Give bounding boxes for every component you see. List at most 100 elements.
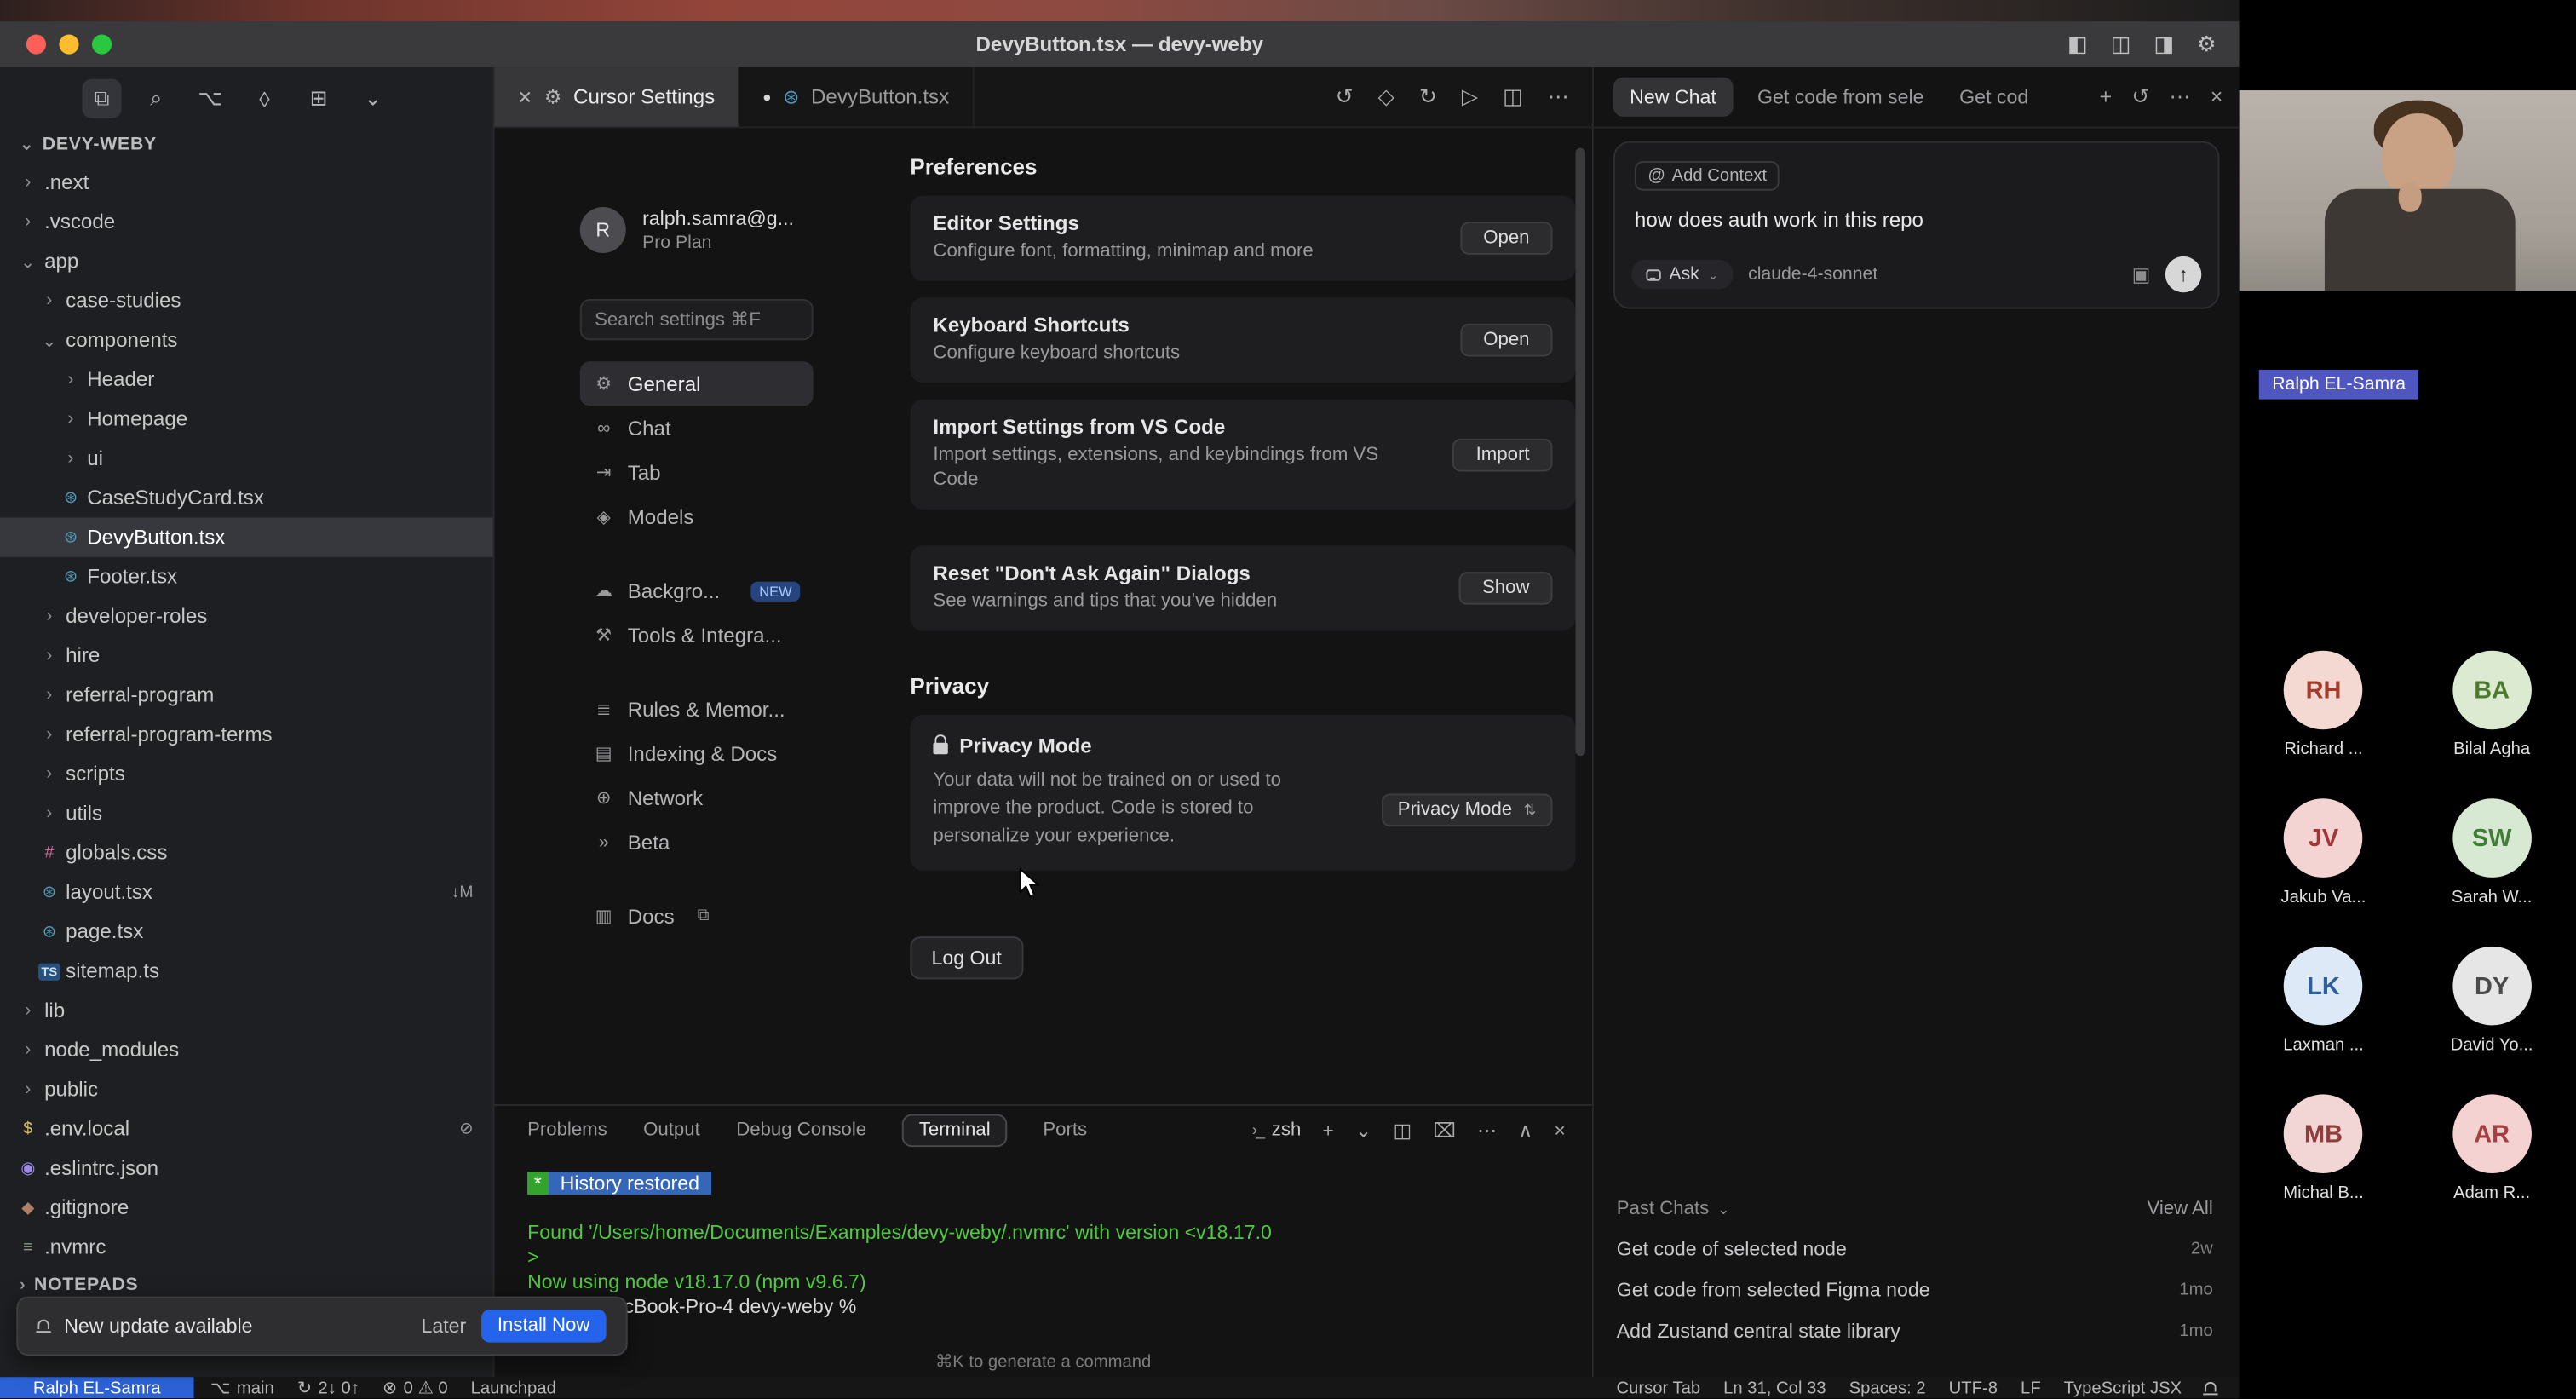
chat-history-icon[interactable]: ↺ xyxy=(2131,83,2149,110)
source-control-icon[interactable]: ⌥ xyxy=(191,79,230,118)
preference-action-button[interactable]: Show xyxy=(1459,572,1553,605)
status-item[interactable]: Cursor Tab xyxy=(1616,1378,1700,1397)
participant-tile[interactable]: SW Sarah W... xyxy=(2418,798,2566,907)
chevron-down-icon[interactable]: ⌄ xyxy=(354,79,393,118)
split-terminal-icon[interactable]: ◫ xyxy=(1393,1119,1412,1142)
chat-input-box[interactable]: @ Add Context how does auth work in this… xyxy=(1613,141,2220,309)
preference-action-button[interactable]: Import xyxy=(1453,438,1553,471)
tab-cursor-settings[interactable]: ✕ ⚙ Cursor Settings xyxy=(494,67,739,126)
tree-item[interactable]: ◆ .gitignore xyxy=(0,1188,493,1227)
ask-mode-dropdown[interactable]: Ask ⌄ xyxy=(1631,260,1734,290)
settings-nav-item[interactable]: ≣ Rules & Memor... xyxy=(580,687,814,731)
shell-chip[interactable]: ›_ zsh xyxy=(1252,1120,1301,1140)
close-chat-icon[interactable]: × xyxy=(2211,83,2223,110)
past-chat-item[interactable]: Add Zustand central state library 1mo xyxy=(1617,1320,2213,1343)
past-chat-item[interactable]: Get code from selected Figma node 1mo xyxy=(1617,1278,2213,1301)
close-window-button[interactable] xyxy=(26,34,46,54)
status-item[interactable]: UTF-8 xyxy=(1949,1378,1998,1397)
chat-tab[interactable]: Get code from sele xyxy=(1741,78,1935,117)
terminal-dropdown-icon[interactable]: ⌄ xyxy=(1355,1119,1371,1142)
participant-tile[interactable]: BA Bilal Agha xyxy=(2418,651,2566,759)
tree-item[interactable]: ⌄ app xyxy=(0,241,493,280)
new-terminal-icon[interactable]: + xyxy=(1322,1119,1334,1142)
panel-tab[interactable]: Problems xyxy=(527,1120,607,1140)
tree-item[interactable]: ⊛ DevyButton.tsx xyxy=(0,517,493,556)
tab-devybutton[interactable]: ● ⊛ DevyButton.tsx xyxy=(739,67,974,126)
preference-action-button[interactable]: Open xyxy=(1460,222,1552,255)
toggle-bottom-panel-icon[interactable]: ◫ xyxy=(2111,32,2131,58)
terminal-output[interactable]: * History restored Found '/Users/home/Do… xyxy=(494,1155,1591,1320)
model-selector[interactable]: claude-4-sonnet xyxy=(1748,264,1877,284)
explorer-root-header[interactable]: ⌄ DEVY-WEBY xyxy=(0,126,493,162)
tree-item[interactable]: › ui xyxy=(0,439,493,478)
toggle-right-panel-icon[interactable]: ◨ xyxy=(2153,32,2174,58)
tree-item[interactable]: ◉ .eslintrc.json xyxy=(0,1149,493,1188)
toggle-left-panel-icon[interactable]: ◧ xyxy=(2067,32,2088,58)
unsaved-dot-icon[interactable]: ● xyxy=(762,89,771,105)
status-item[interactable]: Launchpad xyxy=(471,1378,556,1397)
tree-item[interactable]: ⊛ CaseStudyCard.tsx xyxy=(0,478,493,517)
tree-item[interactable]: # globals.css xyxy=(0,833,493,872)
settings-nav-item[interactable]: ▥ Docs ⧉ xyxy=(580,894,814,938)
settings-nav-item[interactable]: ⊕ Network xyxy=(580,775,814,820)
send-button[interactable]: ↑ xyxy=(2165,256,2201,292)
minimize-window-button[interactable] xyxy=(59,34,78,54)
settings-nav-item[interactable]: ▤ Indexing & Docs xyxy=(580,731,814,775)
notifications-bell-icon[interactable] xyxy=(2205,1381,2217,1391)
panel-tab[interactable]: Debug Console xyxy=(736,1120,866,1140)
status-item[interactable]: LF xyxy=(2021,1378,2041,1397)
participant-tile[interactable]: LK Laxman ... xyxy=(2250,947,2398,1055)
window-settings-icon[interactable]: ⚙ xyxy=(2197,32,2216,58)
panel-tab[interactable]: Output xyxy=(643,1120,700,1140)
status-item[interactable]: TypeScript JSX xyxy=(2064,1378,2182,1397)
past-chats-title[interactable]: Past Chats xyxy=(1617,1200,1709,1219)
attach-image-icon[interactable]: ▣ xyxy=(2132,263,2151,286)
new-chat-icon[interactable]: + xyxy=(2100,83,2113,110)
logout-button[interactable]: Log Out xyxy=(910,936,1022,979)
search-icon[interactable]: ⌕ xyxy=(136,79,175,118)
kill-terminal-icon[interactable]: ⌧ xyxy=(1433,1119,1456,1142)
tree-item[interactable]: ⌄ components xyxy=(0,320,493,360)
tree-item[interactable]: ⊛ layout.tsx ↓M xyxy=(0,872,493,912)
chat-more-icon[interactable]: ⋯ xyxy=(2169,83,2190,110)
panel-tab[interactable]: Terminal xyxy=(903,1114,1007,1148)
panel-tab[interactable]: Ports xyxy=(1043,1120,1087,1140)
install-now-button[interactable]: Install Now xyxy=(481,1310,607,1343)
tree-item[interactable]: TS sitemap.ts xyxy=(0,952,493,991)
webcam-video[interactable] xyxy=(2240,90,2576,291)
participant-tile[interactable]: JV Jakub Va... xyxy=(2250,798,2398,907)
explorer-icon[interactable]: ⧉ xyxy=(82,79,121,118)
nav-forward-icon[interactable]: ↻ xyxy=(1419,83,1437,110)
panel-more-icon[interactable]: ⋯ xyxy=(1477,1119,1497,1142)
settings-nav-item[interactable]: ☁ Backgro... NEW xyxy=(580,568,814,613)
later-button[interactable]: Later xyxy=(421,1315,466,1338)
split-editor-icon[interactable]: ◫ xyxy=(1503,83,1523,110)
tree-item[interactable]: › public xyxy=(0,1069,493,1108)
settings-nav-item[interactable]: ⚙ General xyxy=(580,361,814,406)
tree-item[interactable]: › hire xyxy=(0,636,493,675)
status-item[interactable]: Spaces: 2 xyxy=(1849,1378,1926,1397)
view-all-link[interactable]: View All xyxy=(2148,1200,2213,1219)
settings-scrollbar[interactable] xyxy=(1575,148,1585,757)
settings-nav-item[interactable]: ◈ Models xyxy=(580,494,814,538)
status-item[interactable]: Ln 31, Col 33 xyxy=(1723,1378,1826,1397)
participant-tile[interactable]: MB Michal B... xyxy=(2250,1094,2398,1202)
status-item[interactable]: ⌥ main xyxy=(210,1378,274,1397)
chat-tab[interactable]: New Chat xyxy=(1613,78,1733,117)
tree-item[interactable]: › referral-program-terms xyxy=(0,715,493,754)
tree-item[interactable]: › case-studies xyxy=(0,281,493,320)
tree-item[interactable]: › utils xyxy=(0,793,493,832)
tree-item[interactable]: › .vscode xyxy=(0,202,493,241)
tree-item[interactable]: › Header xyxy=(0,360,493,399)
settings-nav-item[interactable]: ∞ Chat xyxy=(580,406,814,450)
tree-item[interactable]: › .next xyxy=(0,163,493,202)
chat-tab[interactable]: Get cod xyxy=(1943,78,2028,117)
close-panel-icon[interactable]: × xyxy=(1554,1119,1566,1142)
settings-search-input[interactable] xyxy=(580,299,814,340)
tree-item[interactable]: › scripts xyxy=(0,754,493,793)
add-context-chip[interactable]: @ Add Context xyxy=(1635,161,1780,191)
extensions-icon[interactable]: ⊞ xyxy=(299,79,338,118)
chat-query-text[interactable]: how does auth work in this repo xyxy=(1635,209,2198,232)
participant-tile[interactable]: DY David Yo... xyxy=(2418,947,2566,1055)
participant-tile[interactable]: RH Richard ... xyxy=(2250,651,2398,759)
